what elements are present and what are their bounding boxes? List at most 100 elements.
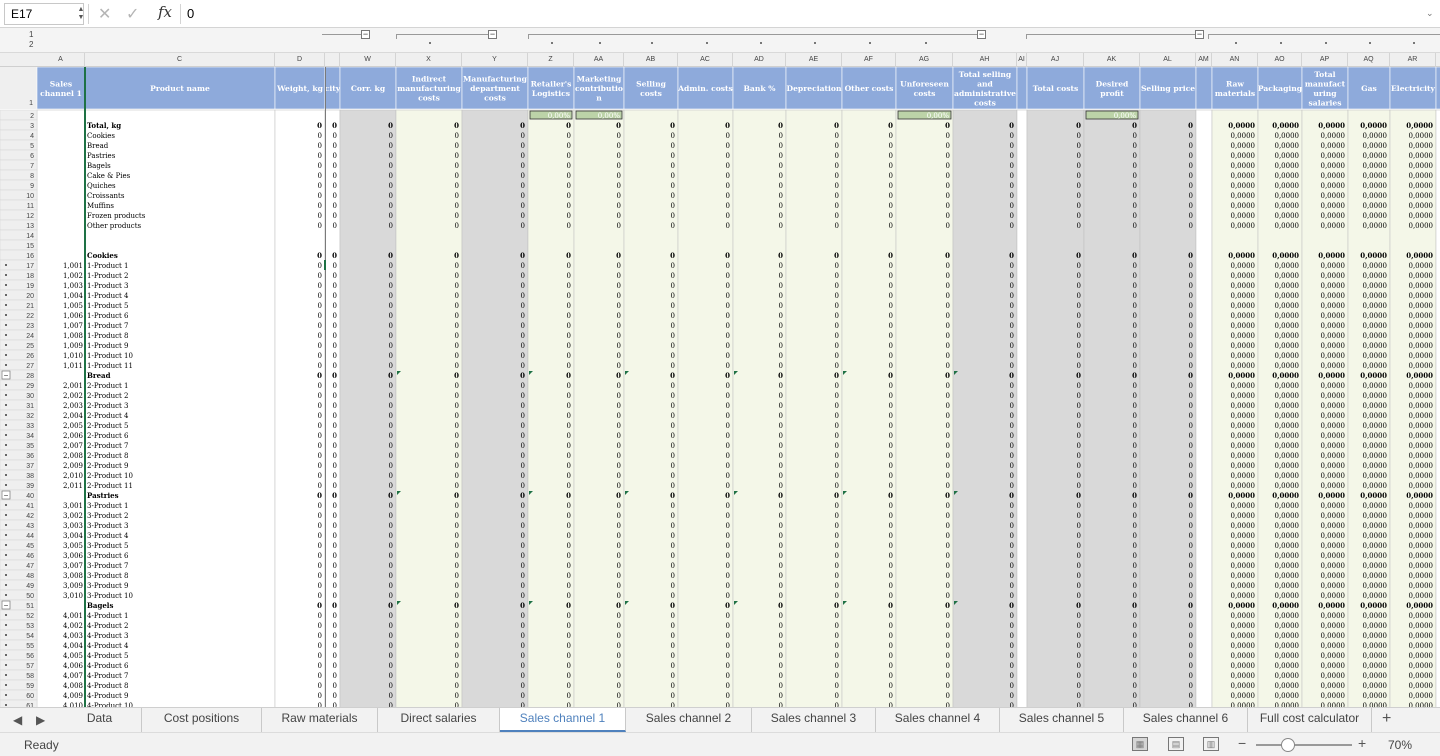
cell-value[interactable]: 0 — [567, 482, 571, 490]
cell-value[interactable]: 0 — [671, 442, 675, 450]
cell-value[interactable]: 0 — [889, 502, 893, 510]
cell-value[interactable]: 0 — [455, 422, 459, 430]
cell-value[interactable]: 0 — [779, 282, 783, 290]
cell-value[interactable]: 0 — [946, 332, 950, 340]
cell-value[interactable]: 0 — [1077, 142, 1081, 150]
cell-value[interactable]: 0,0000 — [1363, 582, 1388, 590]
cell-value[interactable]: 0 — [671, 192, 675, 200]
col-letter-header[interactable]: Y — [462, 53, 528, 67]
cell-value[interactable]: 0 — [617, 142, 621, 150]
cell-value[interactable]: 0 — [616, 121, 621, 130]
cell-value[interactable]: 0,0000 — [1275, 572, 1300, 580]
cell-value[interactable]: 0 — [1010, 552, 1014, 560]
cell-value[interactable]: 0 — [318, 142, 322, 150]
cell-value[interactable]: 0,0000 — [1231, 662, 1256, 670]
cell-value[interactable]: 0,0000 — [1275, 522, 1300, 530]
cell-value[interactable]: 0 — [1010, 422, 1014, 430]
cell-value[interactable]: 0 — [1133, 442, 1137, 450]
cell-value[interactable]: 0,0000 — [1363, 442, 1388, 450]
cell-value[interactable]: 0 — [318, 322, 322, 330]
cell-value[interactable]: 0,0000 — [1321, 582, 1346, 590]
cell-value[interactable]: 0 — [567, 672, 571, 680]
cell-value[interactable]: 0 — [1010, 432, 1014, 440]
cell-value[interactable]: 0 — [333, 262, 337, 270]
cell-value[interactable]: 0 — [946, 272, 950, 280]
cell-value[interactable]: 0 — [389, 322, 393, 330]
row-number[interactable]: 39 — [26, 483, 34, 490]
cell-value[interactable]: 0 — [389, 332, 393, 340]
cell-value[interactable]: 0 — [889, 142, 893, 150]
cell-value[interactable]: 0,0000 — [1228, 601, 1255, 610]
cell-value[interactable]: 0 — [888, 491, 893, 500]
cell-value[interactable]: 0 — [779, 642, 783, 650]
cell-value[interactable]: 0 — [520, 491, 525, 500]
cell-value[interactable]: 0 — [455, 412, 459, 420]
cell-value[interactable]: 0 — [567, 632, 571, 640]
cell-value[interactable]: 0 — [521, 332, 525, 340]
cell-value[interactable]: 0 — [671, 572, 675, 580]
cell-value[interactable]: 0 — [835, 382, 839, 390]
cell-value[interactable]: 0 — [455, 572, 459, 580]
cell-value[interactable]: 0 — [567, 452, 571, 460]
cell-value[interactable]: 0,0000 — [1231, 272, 1256, 280]
cells-canvas[interactable]: 1Saleschannel 1Product name Weight, kg cit… — [0, 67, 1440, 707]
cell-value[interactable]: 0 — [1133, 512, 1137, 520]
cell-value[interactable]: 0,0000 — [1231, 162, 1256, 170]
cell-value[interactable]: 0 — [318, 402, 322, 410]
cell-value[interactable]: 0 — [1189, 652, 1193, 660]
cell-value[interactable]: 0 — [1133, 222, 1137, 230]
cell-value[interactable]: 0 — [333, 132, 337, 140]
cell-value[interactable]: 0 — [567, 682, 571, 690]
cell-value[interactable]: 0 — [567, 362, 571, 370]
cell-value[interactable]: 0,0000 — [1363, 272, 1388, 280]
row-number[interactable]: 35 — [26, 443, 34, 450]
cell-value[interactable]: 0 — [1189, 332, 1193, 340]
cell-value[interactable]: 0 — [1133, 402, 1137, 410]
cell-value[interactable]: 0 — [389, 212, 393, 220]
cell-value[interactable]: 0 — [946, 132, 950, 140]
col-letter-header[interactable]: AR — [1390, 53, 1436, 67]
cell-value[interactable]: 0 — [318, 622, 322, 630]
cell-value[interactable]: 0 — [318, 652, 322, 660]
cell-value[interactable]: 0 — [889, 672, 893, 680]
cell-value[interactable]: 0 — [567, 332, 571, 340]
enter-check-icon[interactable]: ✓ — [126, 4, 139, 24]
cell-value[interactable]: 0,0000 — [1231, 462, 1256, 470]
cell-value[interactable]: 0 — [889, 352, 893, 360]
cell-value[interactable]: 0 — [521, 432, 525, 440]
cell-value[interactable]: 0,0000 — [1409, 272, 1434, 280]
cell-value[interactable]: 0 — [521, 682, 525, 690]
cell-value[interactable]: 0 — [726, 502, 730, 510]
cell-value[interactable]: 0,0000 — [1409, 482, 1434, 490]
cell-value[interactable]: 0 — [389, 622, 393, 630]
cell-value[interactable]: 0 — [835, 362, 839, 370]
cell-value[interactable]: 0 — [455, 672, 459, 680]
row-number[interactable]: 7 — [30, 163, 34, 170]
cell-value[interactable]: 0 — [389, 362, 393, 370]
cell-value[interactable]: 0,0000 — [1321, 652, 1346, 660]
cell-value[interactable]: 0,0000 — [1409, 192, 1434, 200]
cell-value[interactable]: 0,0000 — [1321, 482, 1346, 490]
row-number[interactable]: 26 — [26, 353, 34, 360]
cell-value[interactable]: 0 — [1189, 512, 1193, 520]
cell-value[interactable]: 0 — [521, 342, 525, 350]
cell-value[interactable]: 0,0000 — [1321, 382, 1346, 390]
cell-value[interactable]: 0 — [318, 162, 322, 170]
cell-value[interactable]: 0 — [779, 512, 783, 520]
page-layout-view-icon[interactable]: ▤ — [1168, 737, 1184, 751]
cell-value[interactable]: 0 — [389, 352, 393, 360]
cell-value[interactable]: 0 — [1133, 612, 1137, 620]
cell-value[interactable]: 0 — [389, 262, 393, 270]
cell-value[interactable]: 0 — [779, 632, 783, 640]
cell-value[interactable]: 0 — [726, 682, 730, 690]
cell-value[interactable]: 0 — [617, 172, 621, 180]
cell-value[interactable]: 0 — [1077, 282, 1081, 290]
cell-value[interactable]: 0,0000 — [1275, 542, 1300, 550]
cell-value[interactable]: 0 — [1133, 622, 1137, 630]
cell-value[interactable]: 0,0000 — [1275, 432, 1300, 440]
cell-value[interactable]: 0 — [835, 432, 839, 440]
cell-value[interactable]: 0 — [617, 132, 621, 140]
cell-value[interactable]: 0 — [567, 422, 571, 430]
cell-value[interactable]: 0 — [946, 182, 950, 190]
col-letter-header[interactable]: AC — [678, 53, 733, 67]
